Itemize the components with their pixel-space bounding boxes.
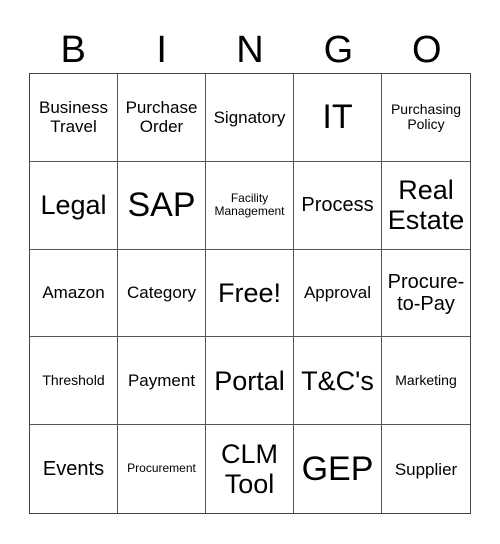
- bingo-cell-text: Real Estate: [387, 174, 465, 236]
- bingo-cell-text: Amazon: [42, 283, 105, 303]
- bingo-cell[interactable]: IT: [294, 74, 382, 162]
- bingo-cell[interactable]: CLM Tool: [206, 425, 294, 513]
- bingo-cell-text: Purchasing Policy: [390, 100, 462, 133]
- bingo-cell[interactable]: Marketing: [382, 337, 470, 426]
- bingo-cell-text: Free!: [217, 277, 282, 308]
- bingo-cell-text: Portal: [214, 365, 285, 396]
- bingo-cell-text: Purchase Order: [125, 98, 198, 137]
- bingo-cell-text: IT: [322, 98, 353, 137]
- bingo-cell-text: Category: [127, 283, 196, 303]
- bingo-cell[interactable]: Events: [30, 425, 118, 513]
- header-letter-b: B: [60, 29, 86, 71]
- bingo-cell[interactable]: Category: [118, 249, 206, 338]
- bingo-cell[interactable]: T&C's: [294, 337, 382, 426]
- bingo-cell[interactable]: Procurement: [118, 425, 206, 513]
- bingo-cell[interactable]: Approval: [294, 249, 382, 338]
- bingo-cell[interactable]: Procure-to-Pay: [382, 250, 470, 338]
- bingo-cell-text: Approval: [303, 283, 372, 303]
- bingo-header: B I N G O: [29, 26, 471, 74]
- bingo-cell-text: Legal: [40, 190, 107, 221]
- bingo-cell-text: Business Travel: [39, 98, 108, 137]
- bingo-cell[interactable]: Process: [294, 161, 382, 250]
- header-letter-i: I: [156, 29, 167, 71]
- bingo-cell[interactable]: Signatory: [206, 74, 294, 162]
- bingo-cell-text: Supplier: [394, 459, 458, 479]
- bingo-cell-text: GEP: [301, 450, 374, 489]
- bingo-cell[interactable]: Business Travel: [30, 74, 118, 162]
- bingo-cell-text: SAP: [127, 186, 196, 225]
- bingo-cell-text: Signatory: [213, 107, 286, 127]
- bingo-grid: Business Travel Purchase Order Signatory IT…: [29, 73, 471, 514]
- header-letter-g: G: [323, 29, 354, 71]
- bingo-cell-text: Process: [301, 194, 374, 216]
- bingo-cell[interactable]: SAP: [118, 161, 206, 250]
- bingo-cell[interactable]: GEP: [294, 425, 382, 513]
- bingo-cell-text: T&C's: [301, 365, 374, 396]
- bingo-cell-text: CLM Tool: [220, 438, 278, 500]
- bingo-cell[interactable]: Amazon: [30, 249, 118, 338]
- bingo-cell-text: Facility Management: [214, 190, 285, 219]
- bingo-cell[interactable]: Facility Management: [206, 161, 294, 250]
- bingo-cell[interactable]: Threshold: [30, 337, 118, 426]
- bingo-cell[interactable]: Real Estate: [382, 162, 470, 250]
- bingo-cell-text: Procure-to-Pay: [387, 270, 465, 315]
- bingo-cell[interactable]: Supplier: [382, 425, 470, 513]
- header-letter-o: O: [412, 29, 442, 71]
- bingo-cell[interactable]: Purchase Order: [118, 74, 206, 162]
- bingo-cell-text: Payment: [127, 371, 196, 391]
- bingo-cell[interactable]: Legal: [30, 161, 118, 250]
- bingo-cell[interactable]: Portal: [206, 337, 294, 426]
- bingo-cell[interactable]: Free!: [206, 249, 294, 338]
- bingo-cell[interactable]: Payment: [118, 337, 206, 426]
- bingo-cell-text: Procurement: [127, 461, 196, 476]
- bingo-cell[interactable]: Purchasing Policy: [382, 74, 470, 162]
- header-letter-n: N: [236, 29, 264, 71]
- bingo-cell-text: Marketing: [395, 371, 457, 388]
- bingo-cell-text: Events: [42, 457, 105, 480]
- bingo-cell-text: Threshold: [42, 371, 105, 388]
